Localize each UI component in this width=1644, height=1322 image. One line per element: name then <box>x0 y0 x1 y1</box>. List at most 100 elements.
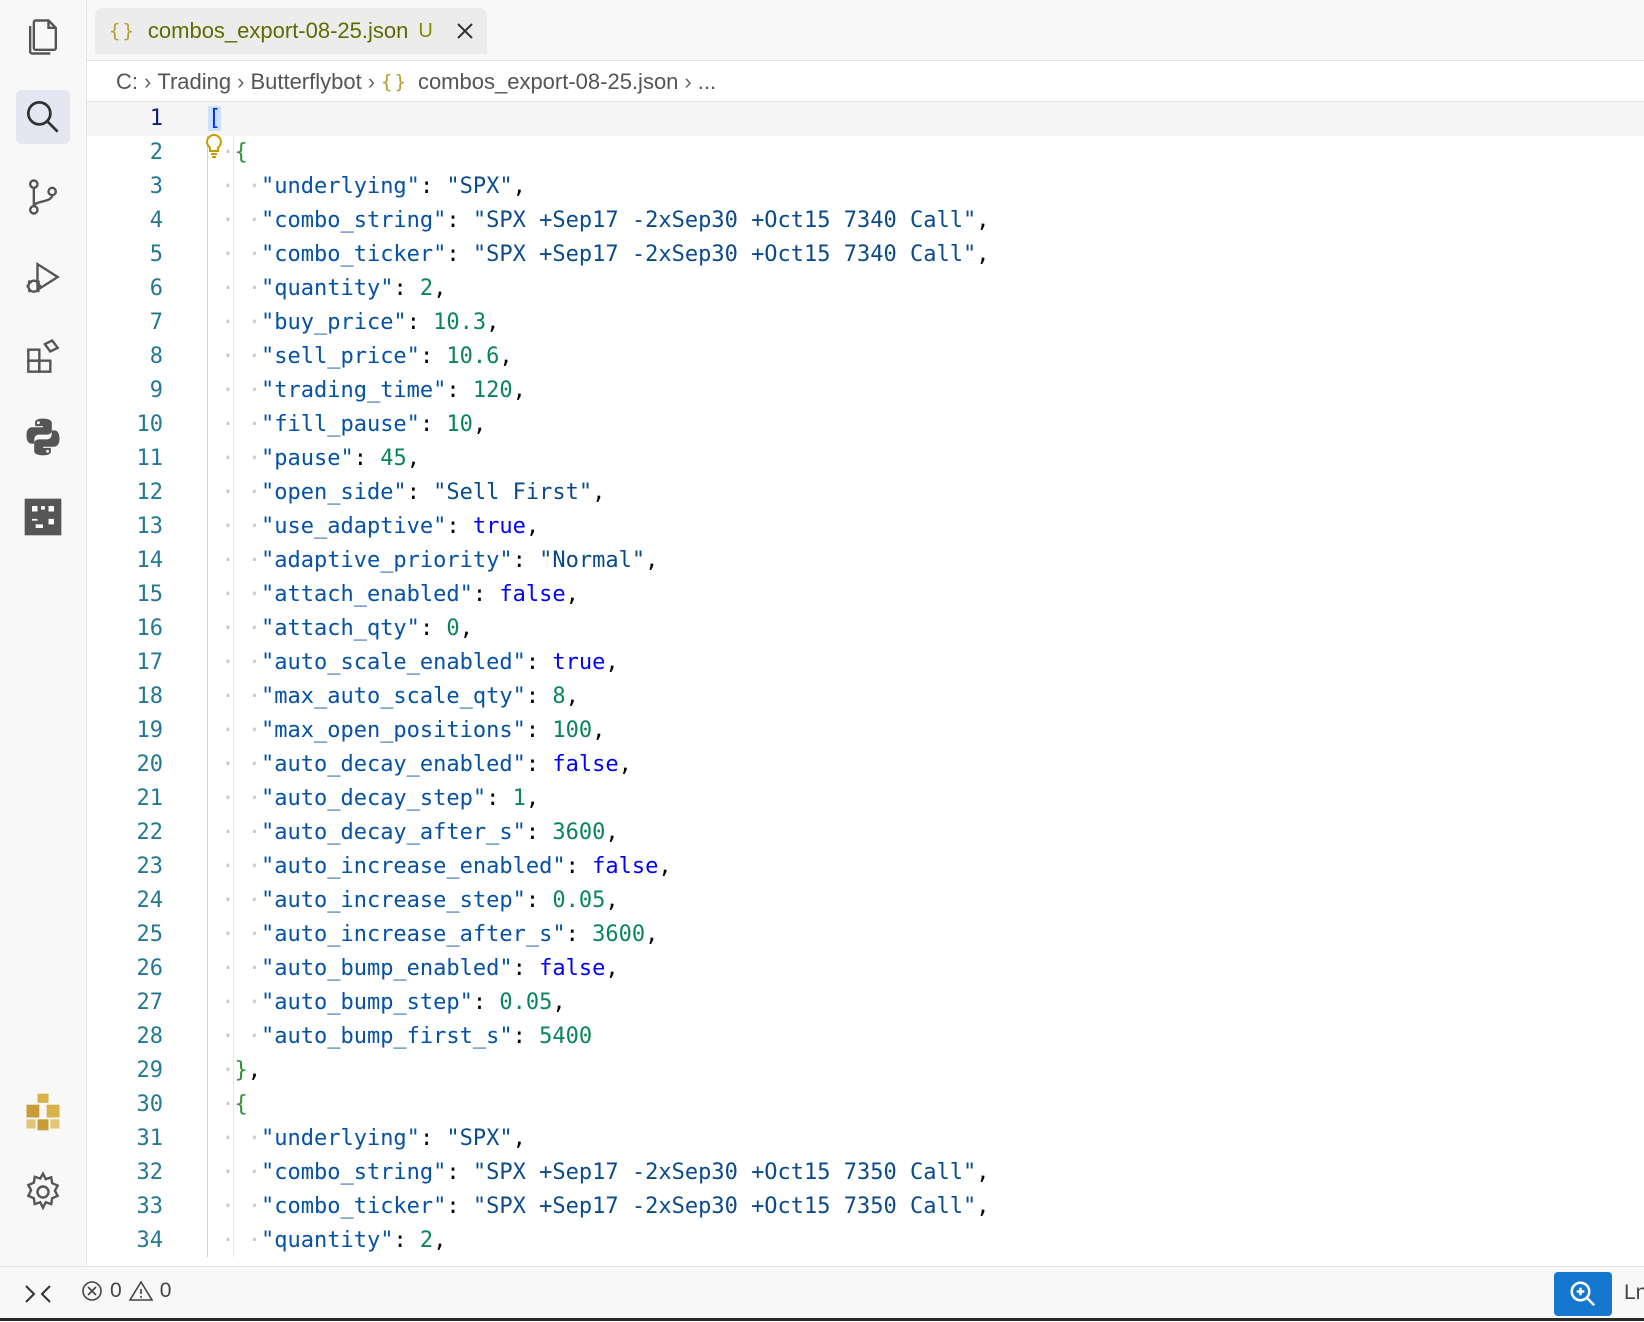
whitespace-marker: · · <box>208 344 261 369</box>
code-token: "SPX +Sep17 -2xSep30 +Oct15 7350 Call" <box>459 1160 977 1185</box>
line-number: 18 <box>136 684 164 709</box>
code-token: : <box>446 1160 460 1185</box>
code-line[interactable]: 28 · ·"auto_bump_first_s": 5400 <box>87 1020 1644 1054</box>
code-token: , <box>472 412 487 437</box>
line-number: 14 <box>136 548 164 573</box>
code-line[interactable]: 24 · ·"auto_increase_step": 0.05, <box>87 884 1644 918</box>
code-token: 5400 <box>525 1024 593 1049</box>
breadcrumb-trading[interactable]: Trading <box>157 69 231 95</box>
line-number: 9 <box>149 378 163 403</box>
code-line[interactable]: 7 · ·"buy_price": 10.3, <box>87 306 1644 340</box>
code-line[interactable]: 17 · ·"auto_scale_enabled": true, <box>87 646 1644 680</box>
settings-icon[interactable] <box>16 1165 70 1219</box>
search-icon[interactable] <box>16 90 70 144</box>
code-line[interactable]: 30 ·{ <box>87 1088 1644 1122</box>
code-text: · ·"auto_scale_enabled": true, <box>208 646 618 680</box>
jupyter-icon[interactable] <box>16 490 70 544</box>
code-line[interactable]: 3 · ·"underlying": "SPX", <box>87 170 1644 204</box>
breadcrumb-file[interactable]: combos_export-08-25.json <box>418 69 678 95</box>
breadcrumb-symbols[interactable]: ... <box>698 69 716 95</box>
code-token: "attach_qty" <box>260 616 420 641</box>
code-line[interactable]: 4 · ·"combo_string": "SPX +Sep17 -2xSep3… <box>87 204 1644 238</box>
close-icon[interactable] <box>451 17 479 45</box>
error-icon <box>82 1281 102 1301</box>
code-line[interactable]: 34 · ·"quantity": 2, <box>87 1224 1644 1257</box>
code-text: · ·"attach_qty": 0, <box>208 612 473 646</box>
code-line[interactable]: 6 · ·"quantity": 2, <box>87 272 1644 306</box>
source-control-icon[interactable] <box>16 170 70 224</box>
code-text: · ·"combo_string": "SPX +Sep17 -2xSep30 … <box>208 1156 989 1190</box>
code-line[interactable]: 14 · ·"adaptive_priority": "Normal", <box>87 544 1644 578</box>
line-number: 5 <box>149 242 163 267</box>
code-line[interactable]: 32 · ·"combo_string": "SPX +Sep17 -2xSep… <box>87 1156 1644 1190</box>
status-bar: 0 0 Ln <box>0 1266 1644 1322</box>
code-token: : <box>512 1024 526 1049</box>
run-debug-icon[interactable] <box>16 250 70 304</box>
code-line[interactable]: 27 · ·"auto_bump_step": 0.05, <box>87 986 1644 1020</box>
code-line[interactable]: 18 · ·"max_auto_scale_qty": 8, <box>87 680 1644 714</box>
code-token: : <box>486 786 500 811</box>
python-icon[interactable] <box>16 410 70 464</box>
code-line[interactable]: 20 · ·"auto_decay_enabled": false, <box>87 748 1644 782</box>
code-line[interactable]: 25 · ·"auto_increase_after_s": 3600, <box>87 918 1644 952</box>
code-line[interactable]: 10 · ·"fill_pause": 10, <box>87 408 1644 442</box>
tab-combos-export[interactable]: {} combos_export-08-25.json U <box>95 8 487 54</box>
code-token: 45 <box>366 446 407 471</box>
code-line[interactable]: 8 · ·"sell_price": 10.6, <box>87 340 1644 374</box>
line-number: 3 <box>149 174 163 199</box>
code-token: , <box>658 854 672 879</box>
code-token: { <box>234 1092 248 1117</box>
code-token: : <box>446 514 460 539</box>
code-line[interactable]: 9 · ·"trading_time": 120, <box>87 374 1644 408</box>
code-token: "max_auto_scale_qty" <box>260 684 526 709</box>
code-line[interactable]: 11 · ·"pause": 45, <box>87 442 1644 476</box>
code-line[interactable]: 23 · ·"auto_increase_enabled": false, <box>87 850 1644 884</box>
remote-icon[interactable] <box>22 1280 54 1310</box>
code-text: · ·"max_auto_scale_qty": 8, <box>208 680 579 714</box>
code-line[interactable]: 5 · ·"combo_ticker": "SPX +Sep17 -2xSep3… <box>87 238 1644 272</box>
code-line[interactable]: 15 · ·"attach_enabled": false, <box>87 578 1644 612</box>
breadcrumb-butterflybot[interactable]: Butterflybot <box>250 69 361 95</box>
explorer-icon[interactable] <box>16 10 70 64</box>
code-line[interactable]: 19 · ·"max_open_positions": 100, <box>87 714 1644 748</box>
lightbulb-icon[interactable] <box>202 132 226 160</box>
chevron-right-icon: › <box>144 69 152 94</box>
extensions-icon[interactable] <box>16 330 70 384</box>
warning-count: 0 <box>159 1279 172 1302</box>
code-token: "attach_enabled" <box>260 582 473 607</box>
code-line[interactable]: 29 ·}, <box>87 1054 1644 1088</box>
code-token: : <box>446 1194 460 1219</box>
code-token: , <box>459 616 473 641</box>
code-line[interactable]: 16 · ·"attach_qty": 0, <box>87 612 1644 646</box>
code-line[interactable]: 26 · ·"auto_bump_enabled": false, <box>87 952 1644 986</box>
breadcrumb-drive[interactable]: C: <box>116 69 138 95</box>
code-token: false <box>525 956 606 981</box>
code-line[interactable]: 1[ <box>87 102 1644 136</box>
code-text: · ·"fill_pause": 10, <box>208 408 486 442</box>
code-token: : <box>525 650 540 675</box>
code-line[interactable]: 33 · ·"combo_ticker": "SPX +Sep17 -2xSep… <box>87 1190 1644 1224</box>
code-text: · ·"auto_decay_after_s": 3600, <box>208 816 618 850</box>
code-editor[interactable]: 1[2 ·{3 · ·"underlying": "SPX", 4 · ·"com… <box>87 101 1644 1257</box>
code-token: , <box>645 922 659 947</box>
account-icon[interactable] <box>16 1085 70 1139</box>
problems-indicator[interactable]: 0 0 <box>80 1279 171 1303</box>
code-line[interactable]: 21 · ·"auto_decay_step": 1, <box>87 782 1644 816</box>
zoom-button[interactable] <box>1554 1272 1612 1316</box>
code-line[interactable]: 13 · ·"use_adaptive": true, <box>87 510 1644 544</box>
code-line[interactable]: 2 ·{ <box>87 136 1644 170</box>
whitespace-marker: · · <box>208 1228 261 1253</box>
code-token: 3600 <box>578 922 646 947</box>
code-line[interactable]: 12 · ·"open_side": "Sell First", <box>87 476 1644 510</box>
code-token: : <box>406 310 420 335</box>
line-number: 23 <box>136 854 164 879</box>
code-token: "adaptive_priority" <box>260 548 513 573</box>
code-token: 0.05 <box>539 888 606 913</box>
code-token: "underlying" <box>260 174 420 199</box>
code-token: , <box>976 1160 990 1185</box>
code-text: · ·"buy_price": 10.3, <box>208 306 499 340</box>
code-line[interactable]: 31 · ·"underlying": "SPX", <box>87 1122 1644 1156</box>
code-token: "auto_bump_enabled" <box>260 956 513 981</box>
code-line[interactable]: 22 · ·"auto_decay_after_s": 3600, <box>87 816 1644 850</box>
cursor-position[interactable]: Ln <box>1624 1281 1644 1305</box>
